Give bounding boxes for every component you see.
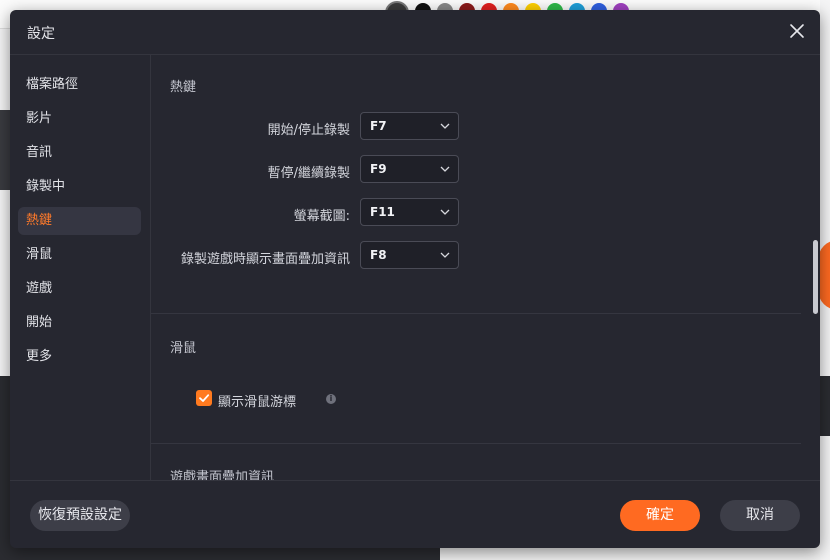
background-left-strip: [0, 110, 10, 190]
sidebar-item-audio[interactable]: 音訊: [18, 139, 141, 167]
sidebar-item-start[interactable]: 開始: [18, 309, 141, 337]
chevron-down-icon: [440, 252, 450, 258]
hotkey-label-overlay: 錄製遊戲時顯示畫面疊加資訊: [180, 252, 350, 267]
hotkey-label-screenshot: 螢幕截圖:: [293, 209, 350, 224]
dialog-titlebar: 設定: [10, 10, 820, 55]
mouse-section-title: 滑鼠: [170, 341, 197, 356]
sidebar-item-game[interactable]: 遊戲: [18, 275, 141, 303]
sidebar-item-more[interactable]: 更多: [18, 343, 141, 371]
sidebar-item-recording[interactable]: 錄製中: [18, 173, 141, 201]
hotkeys-section-title: 熱鍵: [170, 80, 197, 95]
chevron-down-icon: [440, 166, 450, 172]
reset-defaults-button[interactable]: 恢復預設設定: [30, 500, 130, 531]
checkmark-icon: [199, 394, 210, 402]
show-cursor-checkbox[interactable]: [196, 390, 212, 406]
settings-sidebar: 檔案路徑 影片 音訊 錄製中 熱鍵 滑鼠 遊戲 開始 更多: [10, 55, 151, 480]
section-divider: [151, 443, 801, 444]
show-cursor-label: 顯示滑鼠游標: [218, 395, 297, 410]
hotkey-select-overlay[interactable]: F8: [360, 241, 459, 269]
hotkey-select-screenshot[interactable]: F11: [360, 198, 459, 226]
hotkey-select-pause-resume[interactable]: F9: [360, 155, 459, 183]
settings-dialog: 設定 檔案路徑 影片 音訊 錄製中 熱鍵 滑鼠 遊戲 開始 更多 熱鍵 開始/停…: [10, 10, 820, 548]
select-value: F8: [370, 248, 387, 262]
info-icon[interactable]: i: [326, 394, 336, 404]
close-button[interactable]: [788, 22, 806, 40]
select-value: F7: [370, 119, 387, 133]
hotkey-select-start-stop[interactable]: F7: [360, 112, 459, 140]
overlay-section-title: 遊戲畫面疊加資訊: [170, 470, 275, 480]
ok-button[interactable]: 確定: [620, 500, 700, 531]
dialog-title: 設定: [27, 26, 55, 42]
hotkey-label-start-stop: 開始/停止錄製: [267, 123, 350, 138]
cancel-button[interactable]: 取消: [720, 500, 800, 531]
chevron-down-icon: [440, 209, 450, 215]
settings-content: 熱鍵 開始/停止錄製 F7 暫停/繼續錄製 F9 螢幕截圖: F11 錄製遊戲時…: [151, 55, 820, 480]
hotkey-label-pause-resume: 暫停/繼續錄製: [267, 166, 350, 181]
background-right-dark: [820, 376, 830, 436]
sidebar-item-video[interactable]: 影片: [18, 105, 141, 133]
content-scrollbar[interactable]: [813, 240, 818, 314]
sidebar-item-mouse[interactable]: 滑鼠: [18, 241, 141, 269]
section-divider: [151, 313, 801, 314]
select-value: F11: [370, 205, 395, 219]
sidebar-item-file-path[interactable]: 檔案路徑: [18, 71, 141, 99]
dialog-footer: 恢復預設設定 確定 取消: [10, 480, 820, 548]
select-value: F9: [370, 162, 387, 176]
close-icon: [790, 24, 804, 38]
sidebar-item-hotkeys[interactable]: 熱鍵: [18, 207, 141, 235]
chevron-down-icon: [440, 123, 450, 129]
